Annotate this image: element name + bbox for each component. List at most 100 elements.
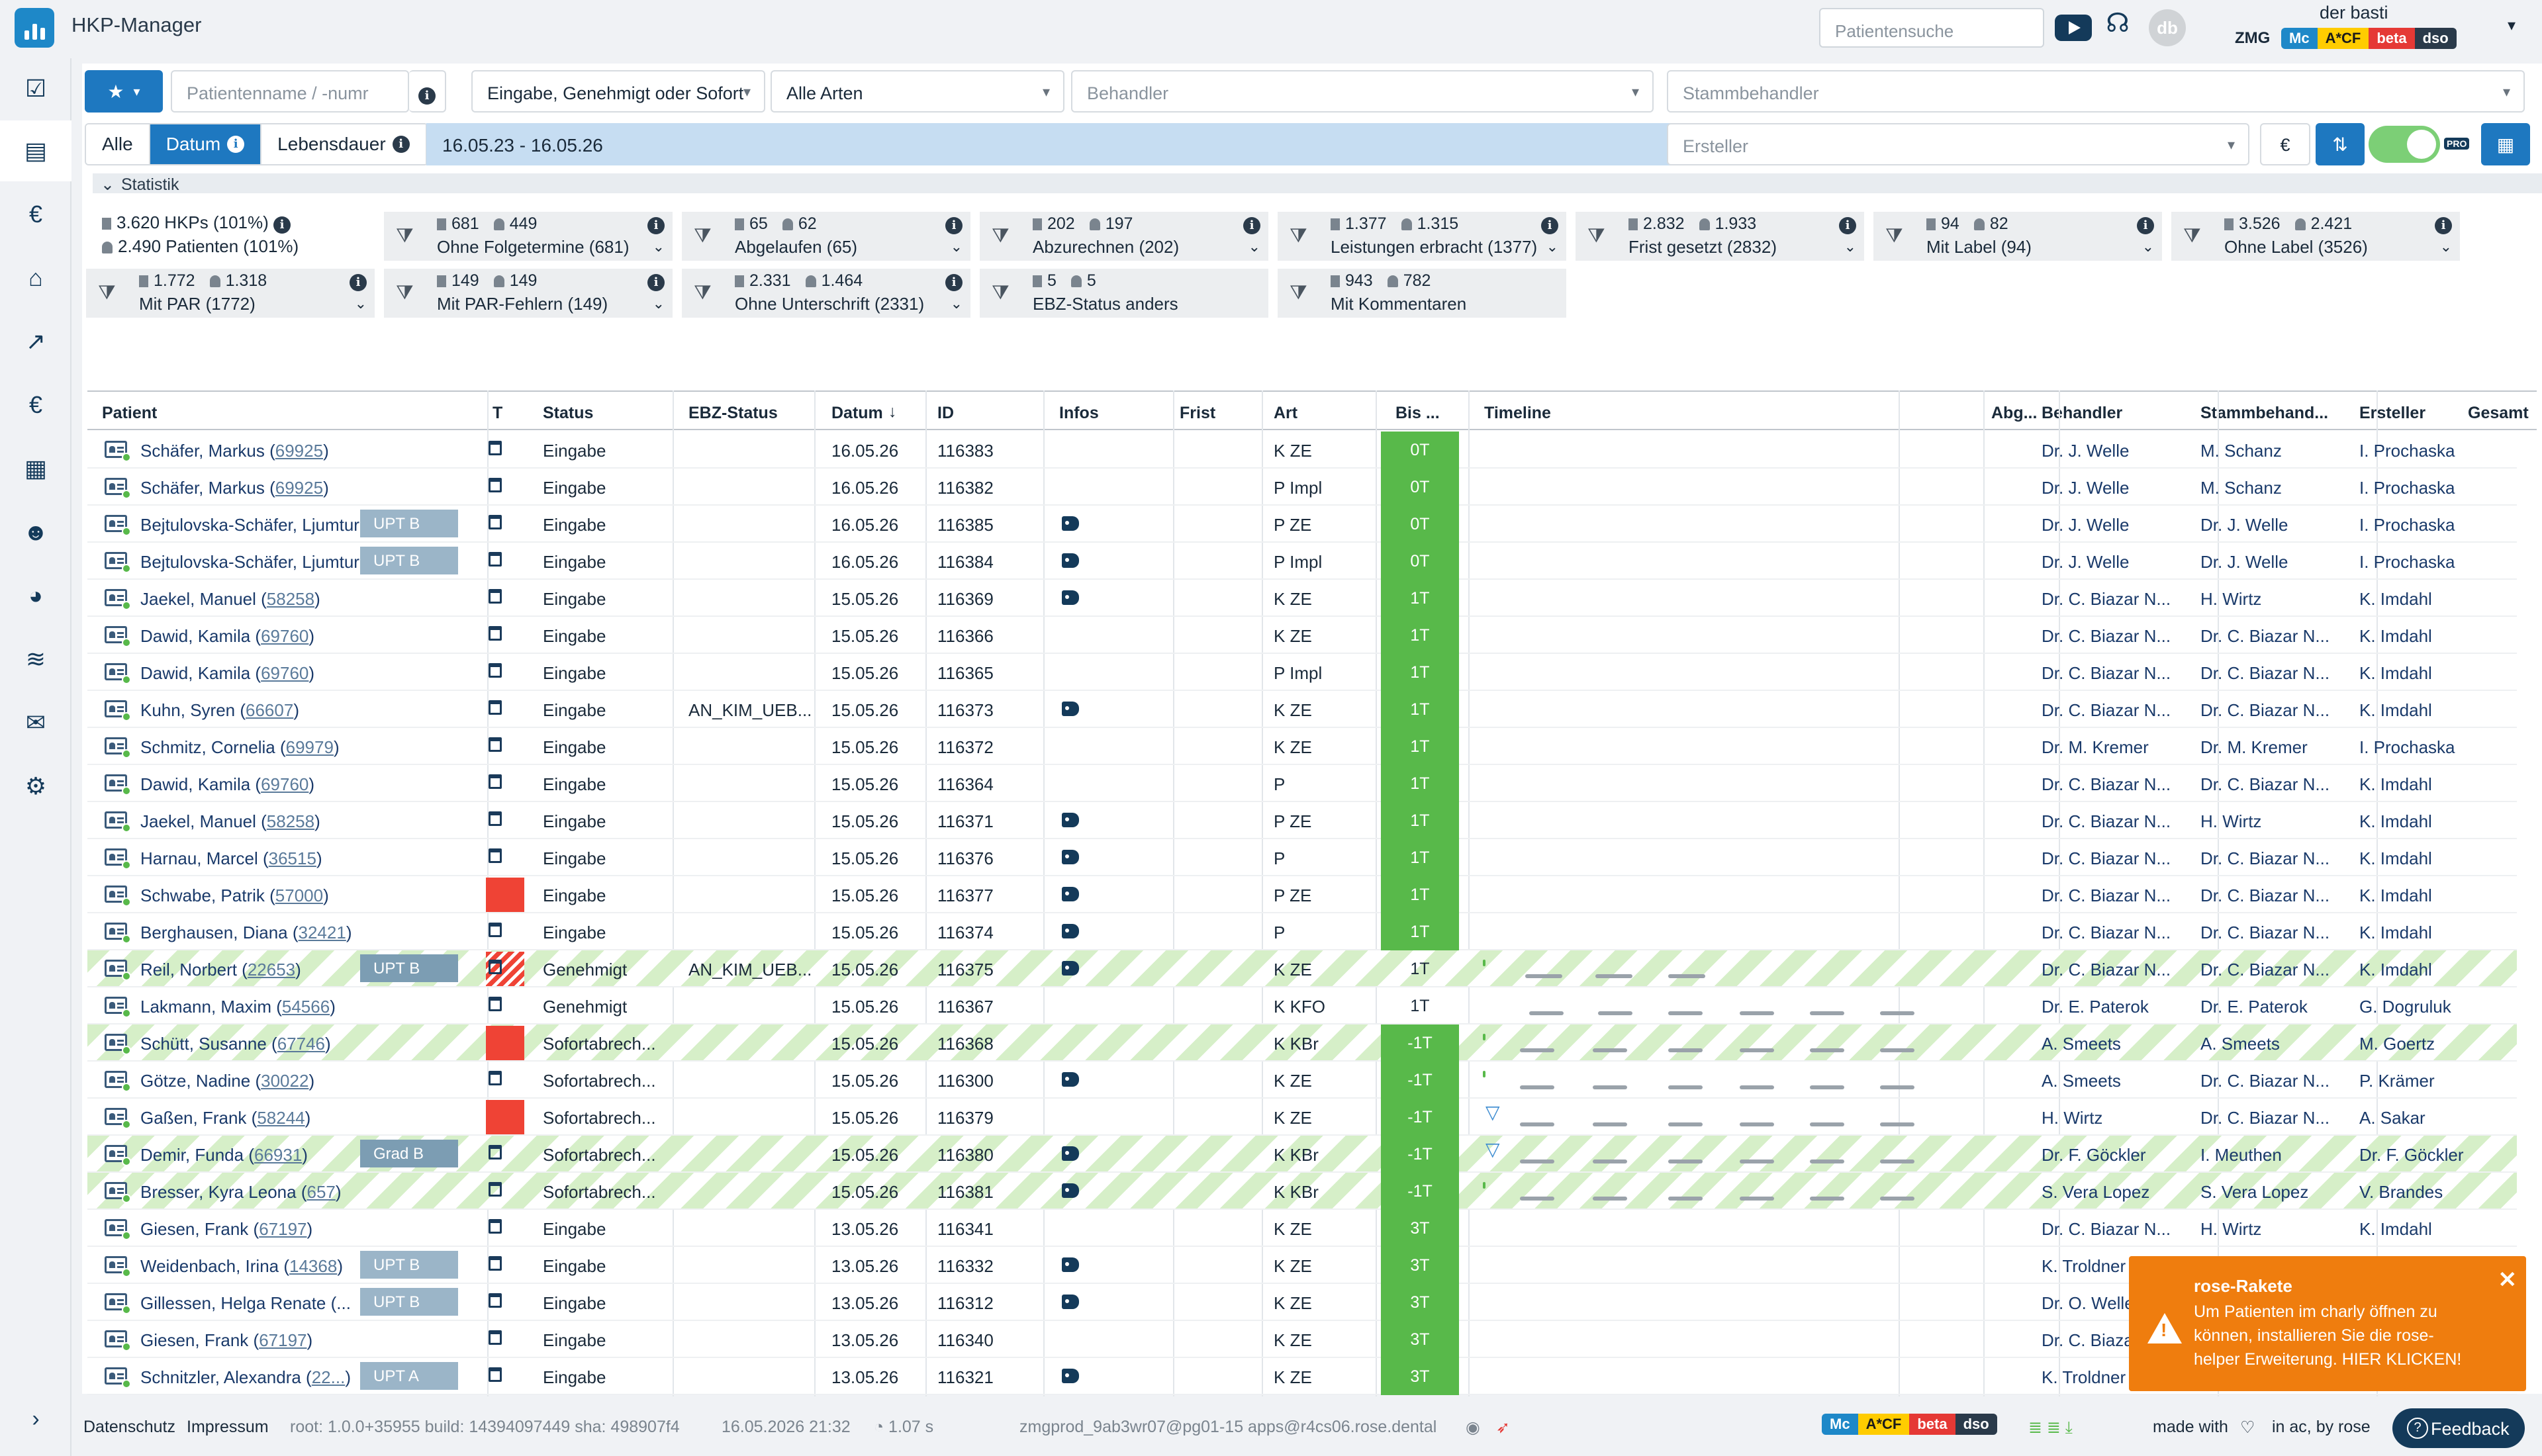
col-header-datum[interactable]: Datum [831, 404, 883, 423]
label-tag-icon[interactable] [1062, 702, 1079, 716]
patient-id-link[interactable]: 66931 [254, 1145, 302, 1165]
statistik-toggle[interactable]: ⌄ Statistik [93, 173, 2542, 194]
sidebar-item-data[interactable]: ≋ [0, 629, 71, 690]
col-header-frist[interactable]: Frist [1180, 404, 1215, 423]
rose-rakete-toast[interactable]: rose-Rakete Um Patienten im charly öffne… [2129, 1256, 2526, 1391]
impressum-link[interactable]: Impressum [187, 1418, 269, 1437]
stat-tile[interactable]: ⧩ 5 5 EBZ-Status anders [980, 269, 1268, 318]
label-tag-icon[interactable] [1062, 1146, 1079, 1161]
label-tag-icon[interactable] [1062, 1369, 1079, 1383]
table-row[interactable]: Kuhn, Syren (66607) Eingabe AN_KIM_UEB... 1… [87, 691, 2517, 728]
patient-name[interactable]: Bresser, Kyra Leona (657) [140, 1182, 342, 1203]
table-row[interactable]: Schäfer, Markus (69925) Eingabe 16.05.26 11… [87, 469, 2517, 506]
col-header-id[interactable]: ID [937, 404, 954, 423]
patient-name[interactable]: Giesen, Frank (67197) [140, 1219, 312, 1240]
filter-off-icon[interactable]: ⧩ [1587, 225, 1614, 249]
calendar-icon[interactable] [489, 1293, 502, 1308]
filter-off-icon[interactable]: ⧩ [396, 225, 422, 249]
info-button[interactable]: i [409, 70, 446, 113]
label-tag-icon[interactable] [1062, 961, 1079, 976]
layout-button[interactable]: ▦ [2481, 123, 2530, 165]
table-row[interactable]: Dawid, Kamila (69760) Eingabe 15.05.26 1163… [87, 654, 2517, 691]
sidebar-expand-button[interactable]: › [0, 1392, 71, 1445]
patient-id-link[interactable]: 657 [306, 1182, 335, 1202]
calendar-icon[interactable] [489, 1182, 502, 1197]
label-tag-icon[interactable] [1062, 1183, 1079, 1198]
sidebar-item-calendar[interactable]: ▦ [0, 438, 71, 499]
status-filter-select[interactable]: Eingabe, Genehmigt oder Sofort ▾ [471, 70, 765, 113]
table-row[interactable]: Gaßen, Frank (58244) Sofortabrech... 15.05… [87, 1099, 2517, 1136]
chevron-down-icon[interactable]: ⌄ [653, 238, 665, 255]
col-header-t[interactable]: T [493, 404, 502, 423]
info-icon[interactable]: i [1839, 214, 1856, 234]
patient-id-link[interactable]: 14368 [289, 1256, 337, 1276]
calendar-icon[interactable] [489, 1367, 502, 1382]
seg-all-button[interactable]: Alle [86, 124, 150, 164]
sidebar-item-mail[interactable]: ✉ [0, 692, 71, 753]
date-range-input[interactable]: 16.05.23 - 16.05.26 [426, 123, 1692, 165]
stat-tile[interactable]: ⧩ 65 62 Abgelaufen (65) i ⌄ [682, 212, 970, 261]
chevron-down-icon[interactable]: ⌄ [1546, 238, 1558, 255]
datenschutz-link[interactable]: Datenschutz [83, 1418, 175, 1437]
pro-toggle[interactable] [2369, 126, 2440, 163]
patient-id-link[interactable]: 57000 [275, 886, 323, 905]
col-header-gesamt[interactable]: Gesamt [2468, 404, 2529, 423]
label-tag-icon[interactable] [1062, 1295, 1079, 1309]
calendar-icon[interactable] [489, 589, 502, 604]
patient-id-link[interactable]: 58258 [267, 811, 314, 831]
label-tag-icon[interactable] [1062, 1257, 1079, 1272]
table-row[interactable]: Schwabe, Patrik (57000) Eingabe 15.05.26 11… [87, 876, 2517, 913]
label-tag-icon[interactable] [1062, 516, 1079, 531]
patient-name[interactable]: Harnau, Marcel (36515) [140, 848, 322, 869]
filter-off-icon[interactable]: ⧩ [694, 282, 720, 306]
info-icon[interactable]: i [2435, 214, 2452, 234]
table-row[interactable]: Berghausen, Diana (32421) Eingabe 15.05.26… [87, 913, 2517, 950]
app-logo-icon[interactable] [15, 8, 54, 48]
calendar-icon[interactable] [489, 626, 502, 641]
sidebar-item-analytics[interactable]: ↗ [0, 311, 71, 372]
info-icon[interactable]: i [945, 214, 963, 234]
table-row[interactable]: Schäfer, Markus (69925) Eingabe 16.05.26 11… [87, 432, 2517, 469]
patient-name[interactable]: Berghausen, Diana (32421) [140, 923, 352, 943]
calendar-icon[interactable] [489, 515, 502, 529]
calendar-icon[interactable] [489, 700, 502, 715]
col-header-art[interactable]: Art [1274, 404, 1297, 423]
stat-tile[interactable]: ⧩ 94 82 Mit Label (94) i ⌄ [1873, 212, 2162, 261]
table-row[interactable]: Schmitz, Cornelia (69979) Eingabe 15.05.26… [87, 728, 2517, 765]
patient-id-link[interactable]: 36515 [269, 848, 316, 868]
sort-button[interactable]: ⇅ [2316, 123, 2365, 165]
label-tag-icon[interactable] [1062, 590, 1079, 605]
filter-off-icon[interactable]: ⧩ [396, 282, 422, 306]
toast-body[interactable]: Um Patienten im charly öffnen zu können,… [2194, 1300, 2472, 1371]
calendar-icon[interactable] [489, 1145, 502, 1160]
info-icon[interactable]: i [945, 271, 963, 291]
patient-id-link[interactable]: 54566 [282, 997, 330, 1017]
currency-button[interactable]: € [2260, 123, 2310, 165]
patient-name[interactable]: Kuhn, Syren (66607) [140, 700, 299, 721]
col-header-stammbehandler[interactable]: Stammbehand... [2200, 404, 2328, 423]
stat-tile[interactable]: ⧩ 2.331 1.464 Ohne Unterschrift (2331) i ⌄ [682, 269, 970, 318]
col-header-status[interactable]: Status [543, 404, 593, 423]
patient-id-link[interactable]: 58244 [257, 1108, 305, 1128]
seg-date-button[interactable]: Datum i [150, 124, 262, 164]
patient-id-link[interactable]: 69925 [275, 478, 323, 498]
calendar-icon[interactable] [489, 960, 502, 974]
sidebar-item-revenue[interactable]: € [0, 375, 71, 435]
stat-tile[interactable]: ⧩ 943 782 Mit Kommentaren [1278, 269, 1566, 318]
filter-off-icon[interactable]: ⧩ [1885, 225, 1912, 249]
patient-id-link[interactable]: 69925 [275, 441, 323, 461]
info-icon[interactable]: i [350, 271, 367, 291]
user-avatar[interactable]: db [2149, 9, 2186, 46]
info-icon[interactable]: i [2137, 214, 2154, 234]
calendar-icon[interactable] [489, 1330, 502, 1345]
support-agent-icon[interactable]: ☊ [2100, 8, 2136, 44]
stat-tile[interactable]: ⧩ 681 449 Ohne Folgetermine (681) i ⌄ [384, 212, 673, 261]
chevron-down-icon[interactable]: ⌄ [2142, 238, 2154, 255]
filter-off-icon[interactable]: ⧩ [992, 225, 1018, 249]
sidebar-item-reports[interactable]: ◕ [0, 565, 71, 626]
calendar-icon[interactable] [489, 1219, 502, 1234]
table-row[interactable]: Demir, Funda (66931) Grad B Sofortabrech..… [87, 1136, 2517, 1173]
patient-search-input[interactable]: Patientensuche [1819, 8, 2044, 48]
chevron-down-icon[interactable]: ⌄ [653, 295, 665, 312]
patient-id-link[interactable]: 69979 [286, 737, 334, 757]
